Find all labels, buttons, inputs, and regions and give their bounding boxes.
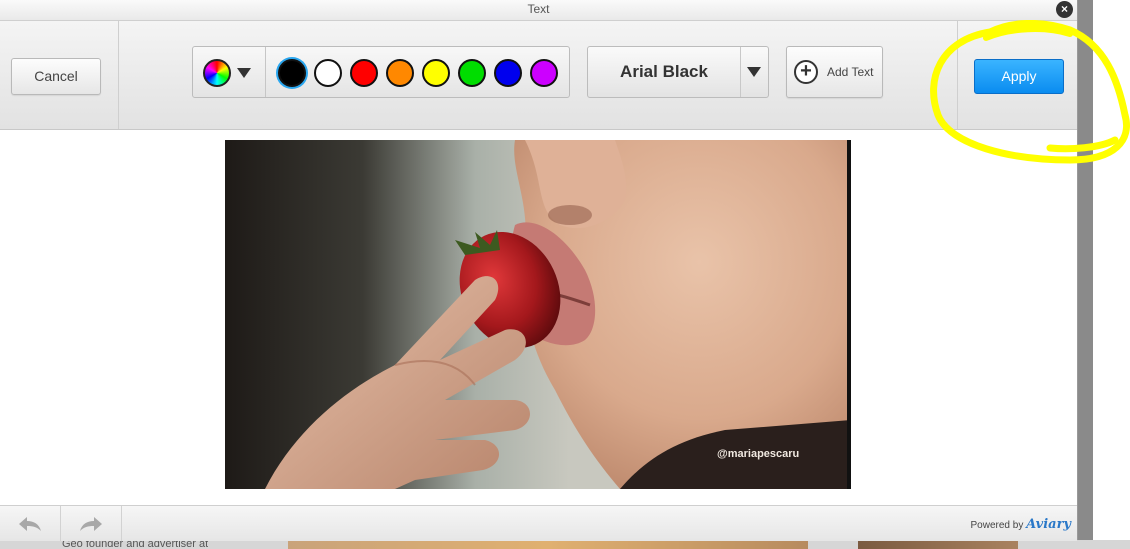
text-editor-dialog: Text × Cancel Arial Black + Add Text App… (0, 0, 1078, 541)
font-dropdown[interactable]: Arial Black (587, 46, 769, 98)
color-swatch-green[interactable] (458, 59, 486, 87)
dialog-title: Text (527, 2, 550, 16)
color-swatch-orange[interactable] (386, 59, 414, 87)
redo-button[interactable] (61, 506, 122, 541)
photo-watermark: @mariapescaru (717, 448, 799, 460)
color-wheel-icon (203, 59, 231, 87)
aviary-logo[interactable]: Aviary (1026, 517, 1071, 532)
color-swatch-blue[interactable] (494, 59, 522, 87)
photo-illustration: @mariapescaru (225, 140, 851, 489)
background-page-right (1077, 0, 1130, 549)
color-swatch-black[interactable] (278, 59, 306, 87)
background-image-strip (858, 540, 1018, 549)
undo-icon (19, 517, 41, 531)
color-selector (192, 46, 570, 98)
plus-icon: + (794, 60, 818, 84)
cancel-button[interactable]: Cancel (11, 58, 101, 95)
canvas-area: @mariapescaru (0, 130, 1077, 504)
apply-button[interactable]: Apply (974, 59, 1064, 94)
toolbar-divider (957, 21, 958, 129)
color-swatch-purple[interactable] (530, 59, 558, 87)
add-text-label: Add Text (827, 65, 874, 79)
color-swatch-yellow[interactable] (422, 59, 450, 87)
color-swatch-red[interactable] (350, 59, 378, 87)
redo-icon (80, 517, 102, 531)
font-name: Arial Black (588, 47, 741, 97)
powered-by: Powered by Aviary (971, 517, 1071, 532)
custom-color-picker[interactable] (193, 47, 266, 97)
toolbar-divider (118, 21, 119, 129)
edited-photo[interactable]: @mariapescaru (225, 140, 851, 489)
color-swatch-white[interactable] (314, 59, 342, 87)
toolbar: Cancel Arial Black + Add Text Apply (0, 21, 1077, 130)
add-text-button[interactable]: + Add Text (786, 46, 883, 98)
chevron-down-icon (237, 68, 251, 78)
close-icon[interactable]: × (1056, 1, 1073, 18)
background-image-strip (288, 540, 808, 549)
powered-by-label: Powered by (970, 520, 1024, 531)
dialog-titlebar: Text × (0, 0, 1077, 21)
background-page-text: Geo founder and advertiser at (62, 540, 209, 549)
undo-button[interactable] (0, 506, 61, 541)
footer: Powered by Aviary (0, 505, 1077, 541)
chevron-down-icon (747, 67, 761, 77)
